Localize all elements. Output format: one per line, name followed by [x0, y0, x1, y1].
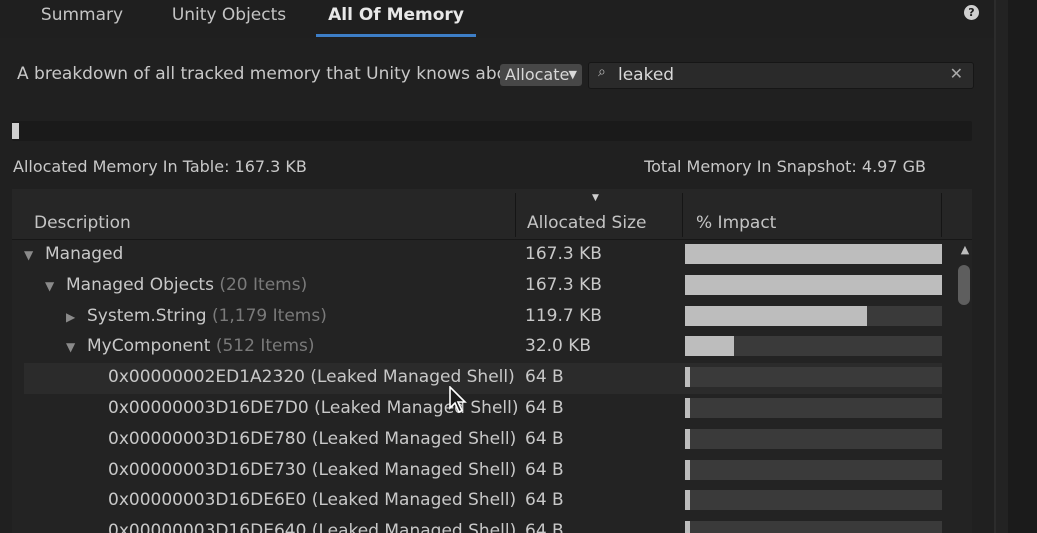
column-header-impact[interactable]: % Impact: [696, 213, 776, 233]
impact-bar: [685, 244, 942, 264]
row-name: 0x00000003D16DE780 (Leaked Managed Shell…: [108, 428, 517, 449]
table-row[interactable]: 0x00000003D16DE640 (Leaked Managed Shell…: [24, 517, 942, 533]
mouse-cursor-icon: [449, 386, 467, 414]
row-description: 0x00000003D16DE640 (Leaked Managed Shell…: [108, 521, 516, 533]
row-item-count: (1,179 Items): [211, 305, 327, 326]
column-divider[interactable]: [682, 193, 683, 237]
expand-closed-icon[interactable]: ▶: [66, 310, 75, 324]
impact-bar-fill: [685, 336, 734, 357]
search-icon: ⌕: [598, 64, 606, 80]
impact-bar: [685, 521, 942, 533]
total-memory-label: Total Memory In Snapshot: 4.97 GB: [644, 157, 926, 176]
table-row[interactable]: ▼ Managed Objects (20 Items) 167.3 KB: [24, 271, 942, 302]
active-tab-indicator: [316, 34, 476, 37]
table-row[interactable]: ▼ Managed 167.3 KB: [24, 240, 942, 271]
panel-divider[interactable]: [996, 0, 1008, 533]
row-description: MyComponent (512 Items): [87, 336, 315, 356]
size-mode-dropdown[interactable]: Allocated ▼: [500, 64, 582, 86]
row-description: 0x00000003D16DE730 (Leaked Managed Shell…: [108, 460, 516, 480]
impact-bar: [685, 459, 942, 480]
row-allocated-size: 32.0 KB: [525, 336, 592, 357]
tab-bar: Summary Unity Objects All Of Memory ?: [0, 0, 994, 38]
row-allocated-size: 64 B: [525, 428, 564, 449]
row-allocated-size: 119.7 KB: [525, 305, 602, 326]
row-description: System.String (1,179 Items): [87, 306, 327, 326]
impact-bar-fill: [685, 398, 690, 418]
row-description: 0x00000002ED1A2320 (Leaked Managed Shell…: [108, 367, 515, 387]
memory-progress-fill: [12, 123, 19, 139]
row-description: 0x00000003D16DE780 (Leaked Managed Shell…: [108, 429, 516, 449]
tab-all-of-memory[interactable]: All Of Memory: [316, 0, 476, 36]
impact-bar-fill: [685, 521, 690, 533]
table-row[interactable]: 0x00000003D16DE7D0 (Leaked Managed Shell…: [24, 394, 942, 425]
expand-open-icon[interactable]: ▼: [66, 340, 75, 354]
impact-bar-fill: [685, 459, 690, 480]
impact-bar-fill: [685, 428, 690, 449]
table-header: Description ▼ Allocated Size % Impact: [12, 189, 972, 240]
row-description: Managed Objects (20 Items): [66, 275, 307, 295]
table-row[interactable]: 0x00000002ED1A2320 (Leaked Managed Shell…: [24, 363, 942, 395]
impact-bar: [685, 274, 942, 295]
expand-open-icon[interactable]: ▼: [24, 248, 33, 262]
row-name: 0x00000002ED1A2320 (Leaked Managed Shell…: [108, 367, 515, 388]
impact-bar-fill: [685, 490, 690, 511]
row-allocated-size: 64 B: [525, 398, 564, 418]
impact-bar: [685, 336, 942, 357]
row-name: System.String: [87, 305, 207, 326]
impact-bar: [685, 490, 942, 511]
row-allocated-size: 167.3 KB: [525, 244, 602, 264]
row-description: 0x00000003D16DE6E0 (Leaked Managed Shell…: [108, 490, 516, 510]
table-row[interactable]: 0x00000003D16DE6E0 (Leaked Managed Shell…: [24, 486, 942, 517]
search-field[interactable]: ⌕ leaked ✕: [588, 62, 974, 89]
column-divider[interactable]: [941, 193, 942, 237]
memory-profiler-panel: Summary Unity Objects All Of Memory ? A …: [0, 0, 996, 533]
row-name: MyComponent: [87, 336, 211, 357]
impact-bar: [685, 367, 942, 388]
impact-bar: [685, 398, 942, 418]
help-icon[interactable]: ?: [964, 5, 979, 20]
row-item-count: (20 Items): [219, 274, 308, 295]
row-name: 0x00000003D16DE640 (Leaked Managed Shell…: [108, 521, 517, 533]
table-row[interactable]: ▼ MyComponent (512 Items) 32.0 KB: [24, 332, 942, 363]
dropdown-value: Allocated: [505, 65, 569, 84]
impact-bar: [685, 305, 942, 326]
column-divider[interactable]: [515, 193, 516, 237]
table-row[interactable]: 0x00000003D16DE730 (Leaked Managed Shell…: [24, 456, 942, 487]
search-input[interactable]: leaked: [618, 65, 674, 85]
table-row[interactable]: 0x00000003D16DE780 (Leaked Managed Shell…: [24, 425, 942, 456]
row-name: 0x00000003D16DE6E0 (Leaked Managed Shell…: [108, 490, 517, 511]
row-allocated-size: 64 B: [525, 490, 564, 511]
scrollbar-thumb[interactable]: [958, 265, 970, 305]
sort-descending-icon: ▼: [592, 193, 599, 203]
row-allocated-size: 64 B: [525, 367, 564, 388]
impact-bar-fill: [685, 274, 942, 295]
vertical-scrollbar[interactable]: ▲: [958, 241, 972, 533]
row-item-count: (512 Items): [215, 336, 315, 357]
memory-tree-table: Description ▼ Allocated Size % Impact ▼ M…: [12, 189, 972, 533]
tab-summary[interactable]: Summary: [28, 0, 136, 36]
scroll-up-icon[interactable]: ▲: [958, 243, 972, 256]
row-allocated-size: 64 B: [525, 521, 564, 533]
impact-bar-fill: [685, 367, 690, 388]
allocated-memory-label: Allocated Memory In Table: 167.3 KB: [13, 157, 307, 176]
row-description: Managed: [45, 244, 123, 264]
side-panel: [1008, 0, 1037, 533]
row-allocated-size: 167.3 KB: [525, 274, 602, 295]
table-row[interactable]: ▶ System.String (1,179 Items) 119.7 KB: [24, 302, 942, 333]
memory-progress-bar: [12, 121, 972, 141]
column-header-description[interactable]: Description: [34, 213, 131, 233]
row-name: Managed Objects: [66, 274, 214, 295]
chevron-down-icon: ▼: [568, 68, 577, 81]
row-name: 0x00000003D16DE730 (Leaked Managed Shell…: [108, 459, 517, 480]
tab-unity-objects[interactable]: Unity Objects: [160, 0, 298, 36]
impact-bar-fill: [685, 244, 942, 264]
impact-bar: [685, 428, 942, 449]
view-description: A breakdown of all tracked memory that U…: [17, 64, 530, 84]
expand-open-icon[interactable]: ▼: [45, 279, 54, 293]
row-allocated-size: 64 B: [525, 459, 564, 480]
row-name: Managed: [45, 244, 124, 264]
close-icon[interactable]: ✕: [950, 64, 963, 83]
column-header-allocated-size[interactable]: Allocated Size: [527, 213, 646, 233]
impact-bar-fill: [685, 305, 867, 326]
